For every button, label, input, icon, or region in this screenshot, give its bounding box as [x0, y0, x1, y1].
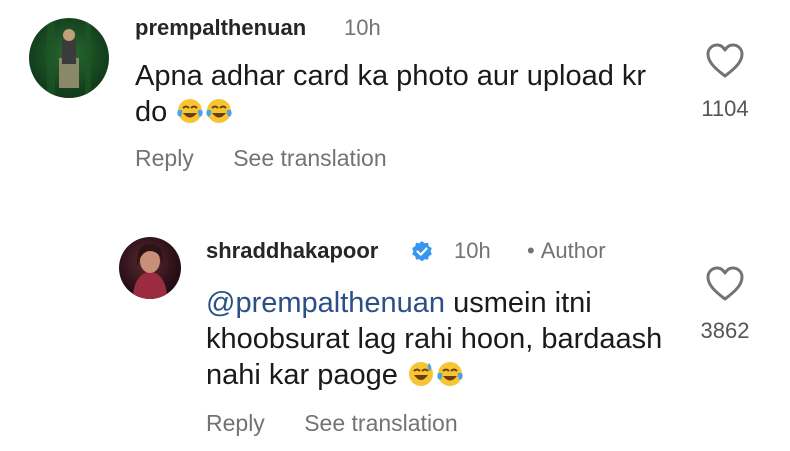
- mention-link[interactable]: @prempalthenuan: [206, 287, 445, 319]
- heart-icon[interactable]: [705, 43, 745, 79]
- see-translation-button[interactable]: See translation: [304, 410, 457, 436]
- avatar[interactable]: [119, 237, 181, 299]
- tears-of-joy-emoji-icon: [437, 362, 463, 386]
- reply-button[interactable]: Reply: [135, 145, 194, 171]
- username[interactable]: prempalthenuan: [135, 15, 306, 41]
- grinning-sweat-emoji-icon: [408, 362, 433, 386]
- verified-badge-icon: [412, 241, 432, 262]
- reply-button[interactable]: Reply: [206, 410, 265, 436]
- avatar[interactable]: [29, 18, 109, 98]
- see-translation-button[interactable]: See translation: [233, 145, 386, 171]
- comment-text: @prempalthenuan usmein itni khoobsurat l…: [206, 285, 666, 393]
- reply-comment: shraddhakapoor 10h • Author @prempalthenu…: [0, 222, 790, 451]
- like-count: 1104: [701, 96, 749, 121]
- comment-actions: Reply See translation: [135, 145, 387, 172]
- timestamp: 10h: [454, 238, 491, 263]
- comment: prempalthenuan 10h Apna adhar card ka ph…: [0, 0, 790, 200]
- username[interactable]: shraddhakapoor: [206, 238, 378, 264]
- separator-dot: •: [527, 238, 535, 263]
- author-text: Author: [540, 238, 606, 263]
- comment-text: Apna adhar card ka photo aur upload kr d…: [135, 58, 675, 130]
- like-count: 3862: [700, 318, 750, 343]
- author-label: • Author: [527, 238, 606, 264]
- tears-of-joy-emoji-icon: [206, 99, 232, 123]
- tears-of-joy-emoji-icon: [177, 99, 203, 123]
- timestamp: 10h: [344, 15, 381, 40]
- heart-icon[interactable]: [705, 266, 745, 302]
- comment-actions: Reply See translation: [206, 410, 458, 437]
